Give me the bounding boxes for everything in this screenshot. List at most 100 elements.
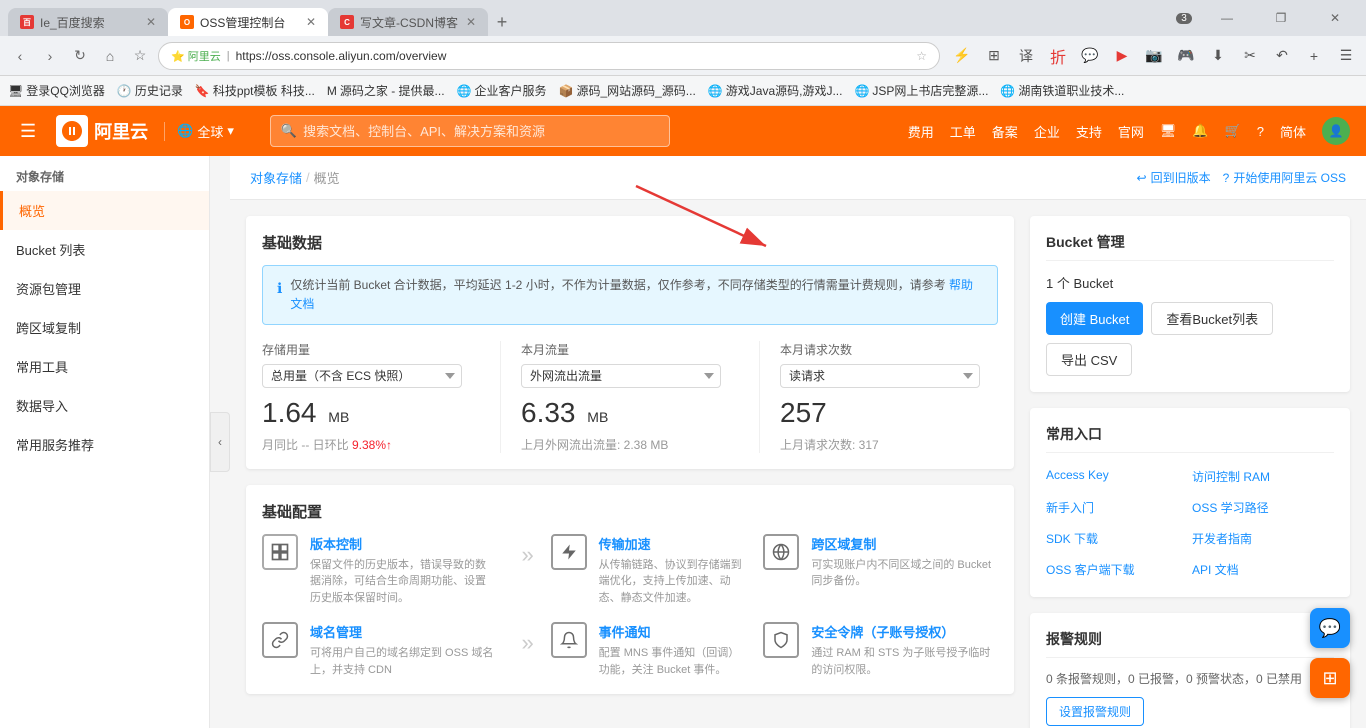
bookmark-jsp[interactable]: 🌐 JSP网上书店完整源...: [854, 82, 988, 99]
game-icon[interactable]: 🎮: [1174, 44, 1198, 68]
set-alert-rules-button[interactable]: 设置报警规则: [1046, 697, 1144, 726]
bookmark-sourcecode[interactable]: 📦 源码_网站源码_源码...: [559, 82, 696, 99]
question-icon-button[interactable]: ?: [1257, 124, 1264, 139]
security-token-name[interactable]: 安全令牌（子账号授权）: [811, 622, 998, 641]
tab-close-oss[interactable]: ✕: [306, 15, 316, 29]
video-icon[interactable]: ▶: [1110, 44, 1134, 68]
window-restore-button[interactable]: ❐: [1258, 4, 1304, 32]
quick-link-api[interactable]: API 文档: [1192, 558, 1334, 581]
quick-link-access-key[interactable]: Access Key: [1046, 465, 1188, 488]
address-bar[interactable]: ⭐ 阿里云 | https://oss.console.aliyun.com/o…: [158, 42, 940, 70]
browser-tab-csdn[interactable]: C 写文章-CSDN博客 ✕: [328, 8, 488, 36]
chat-float-button[interactable]: 💬: [1310, 608, 1350, 648]
quick-link-beginner[interactable]: 新手入门: [1046, 496, 1188, 519]
quick-link-ram[interactable]: 访问控制 RAM: [1192, 465, 1334, 488]
nav-official-button[interactable]: 官网: [1118, 122, 1144, 141]
bookmark-button[interactable]: ☆: [128, 44, 152, 68]
screenshot-icon[interactable]: 📷: [1142, 44, 1166, 68]
storage-unit: MB: [328, 409, 349, 425]
new-tab-button[interactable]: +: [488, 8, 516, 36]
nav-enterprise-button[interactable]: 企业: [1034, 122, 1060, 141]
cart-icon-button[interactable]: 🛒: [1225, 123, 1241, 139]
breadcrumb-storage-link[interactable]: 对象存储: [250, 168, 302, 187]
traffic-select[interactable]: 外网流出流量外网流入流量CDN回源流量: [521, 364, 721, 388]
quick-link-sdk[interactable]: SDK 下载: [1046, 527, 1188, 550]
start-using-oss-button[interactable]: ? 开始使用阿里云 OSS: [1223, 169, 1346, 186]
global-search-bar[interactable]: 🔍: [270, 115, 670, 147]
bookmark-qq[interactable]: 🖥 登录QQ浏览器: [8, 82, 105, 99]
wechat-icon[interactable]: 💬: [1078, 44, 1102, 68]
event-notify-name[interactable]: 事件通知: [599, 622, 748, 641]
requests-select[interactable]: 读请求写请求: [780, 364, 980, 388]
bookmark-history[interactable]: 🕐 历史记录: [117, 82, 183, 99]
sidebar-item-tools[interactable]: 常用工具: [0, 347, 209, 386]
user-avatar[interactable]: 👤: [1322, 117, 1350, 145]
lightning-icon[interactable]: ⚡: [950, 44, 974, 68]
aliyun-logo[interactable]: 阿里云: [56, 115, 148, 147]
bookmark-game[interactable]: 🌐 游戏Java源码,游戏J...: [708, 82, 843, 99]
language-button[interactable]: 简体: [1280, 122, 1306, 141]
quick-link-dev-guide[interactable]: 开发者指南: [1192, 527, 1334, 550]
browser-tab-baidu[interactable]: 百 Ie_百度搜索 ✕: [8, 8, 168, 36]
config-event-group: » 事件通知: [513, 622, 748, 678]
browser-chrome: 百 Ie_百度搜索 ✕ O OSS管理控制台 ✕ C 写文章-CSDN博客 ✕ …: [0, 0, 1366, 106]
menu-icon[interactable]: ☰: [1334, 44, 1358, 68]
quick-link-oss-path[interactable]: OSS 学习路径: [1192, 496, 1334, 519]
region-selector[interactable]: 🌐 全球 ▾: [164, 122, 234, 141]
domain-mgmt-name[interactable]: 域名管理: [310, 622, 497, 641]
nav-record-button[interactable]: 备案: [992, 122, 1018, 141]
sidebar-label-bucket-list: Bucket 列表: [16, 240, 85, 259]
view-bucket-list-button[interactable]: 查看Bucket列表: [1151, 302, 1273, 335]
bookmark-yuanma[interactable]: M 源码之家 - 提供最...: [327, 82, 445, 99]
bookmark-hunan[interactable]: 🌐 湖南铁道职业技术...: [1000, 82, 1124, 99]
translate-icon[interactable]: 译: [1014, 44, 1038, 68]
sidebar-item-bucket-list[interactable]: Bucket 列表: [0, 230, 209, 269]
sidebar-item-resource-mgmt[interactable]: 资源包管理: [0, 269, 209, 308]
home-button[interactable]: ⌂: [98, 44, 122, 68]
tab-label-csdn: 写文章-CSDN博客: [360, 14, 458, 31]
sidebar-label-tools: 常用工具: [16, 357, 68, 376]
download-icon[interactable]: ⬇: [1206, 44, 1230, 68]
search-bar-container: 🔍: [270, 115, 670, 147]
storage-sub: 月同比 -- 日环比 9.38%↑: [262, 436, 480, 453]
tab-close-baidu[interactable]: ✕: [146, 15, 156, 29]
browser-tab-oss[interactable]: O OSS管理控制台 ✕: [168, 8, 328, 36]
cut-icon[interactable]: ✂: [1238, 44, 1262, 68]
discount-icon[interactable]: 折: [1046, 44, 1070, 68]
sidebar-collapse-button[interactable]: ‹: [210, 412, 230, 472]
toolbar-icons: ⚡ ⊞ 译 折 💬 ▶ 📷 🎮 ⬇ ✂ ↶ + ☰: [950, 44, 1358, 68]
window-close-button[interactable]: ✕: [1312, 4, 1358, 32]
address-star-icon[interactable]: ☆: [916, 49, 927, 63]
nav-fee-button[interactable]: 费用: [908, 122, 934, 141]
tab-close-csdn[interactable]: ✕: [466, 15, 476, 29]
sidebar-item-cross-region[interactable]: 跨区域复制: [0, 308, 209, 347]
storage-select[interactable]: 总用量（不含 ECS 快照）标准存储低频存储归档存储: [262, 364, 462, 388]
window-minimize-button[interactable]: —: [1204, 4, 1250, 32]
undo-icon[interactable]: ↶: [1270, 44, 1294, 68]
sidebar-item-data-import[interactable]: 数据导入: [0, 386, 209, 425]
sidebar-item-recommend[interactable]: 常用服务推荐: [0, 425, 209, 464]
apps-float-button[interactable]: ⊞: [1310, 658, 1350, 698]
create-bucket-button[interactable]: 创建 Bucket: [1046, 302, 1143, 335]
bell-icon-button[interactable]: 🔔: [1192, 123, 1208, 139]
quick-link-client[interactable]: OSS 客户端下载: [1046, 558, 1188, 581]
bookmark-enterprise[interactable]: 🌐 企业客户服务: [457, 82, 547, 99]
monitor-icon-button[interactable]: 🖥: [1160, 123, 1177, 139]
search-input[interactable]: [303, 124, 659, 139]
back-button[interactable]: ‹: [8, 44, 32, 68]
nav-ticket-button[interactable]: 工单: [950, 122, 976, 141]
apps-icon[interactable]: ⊞: [982, 44, 1006, 68]
export-csv-button[interactable]: 导出 CSV: [1046, 343, 1132, 376]
nav-support-button[interactable]: 支持: [1076, 122, 1102, 141]
cross-region-rep-name[interactable]: 跨区域复制: [811, 534, 998, 553]
add-tab-icon[interactable]: +: [1302, 44, 1326, 68]
bookmark-ppt[interactable]: 🔖 科技ppt模板 科技...: [195, 82, 315, 99]
hamburger-menu-button[interactable]: ☰: [16, 117, 40, 146]
version-control-name[interactable]: 版本控制: [310, 534, 497, 553]
refresh-button[interactable]: ↻: [68, 44, 92, 68]
transfer-accel-name[interactable]: 传输加速: [599, 534, 748, 553]
sidebar-item-overview[interactable]: 概览: [0, 191, 209, 230]
forward-button[interactable]: ›: [38, 44, 62, 68]
back-to-old-version-button[interactable]: ↩ 回到旧版本: [1137, 169, 1211, 186]
storage-value: 1.64 MB: [262, 396, 480, 430]
